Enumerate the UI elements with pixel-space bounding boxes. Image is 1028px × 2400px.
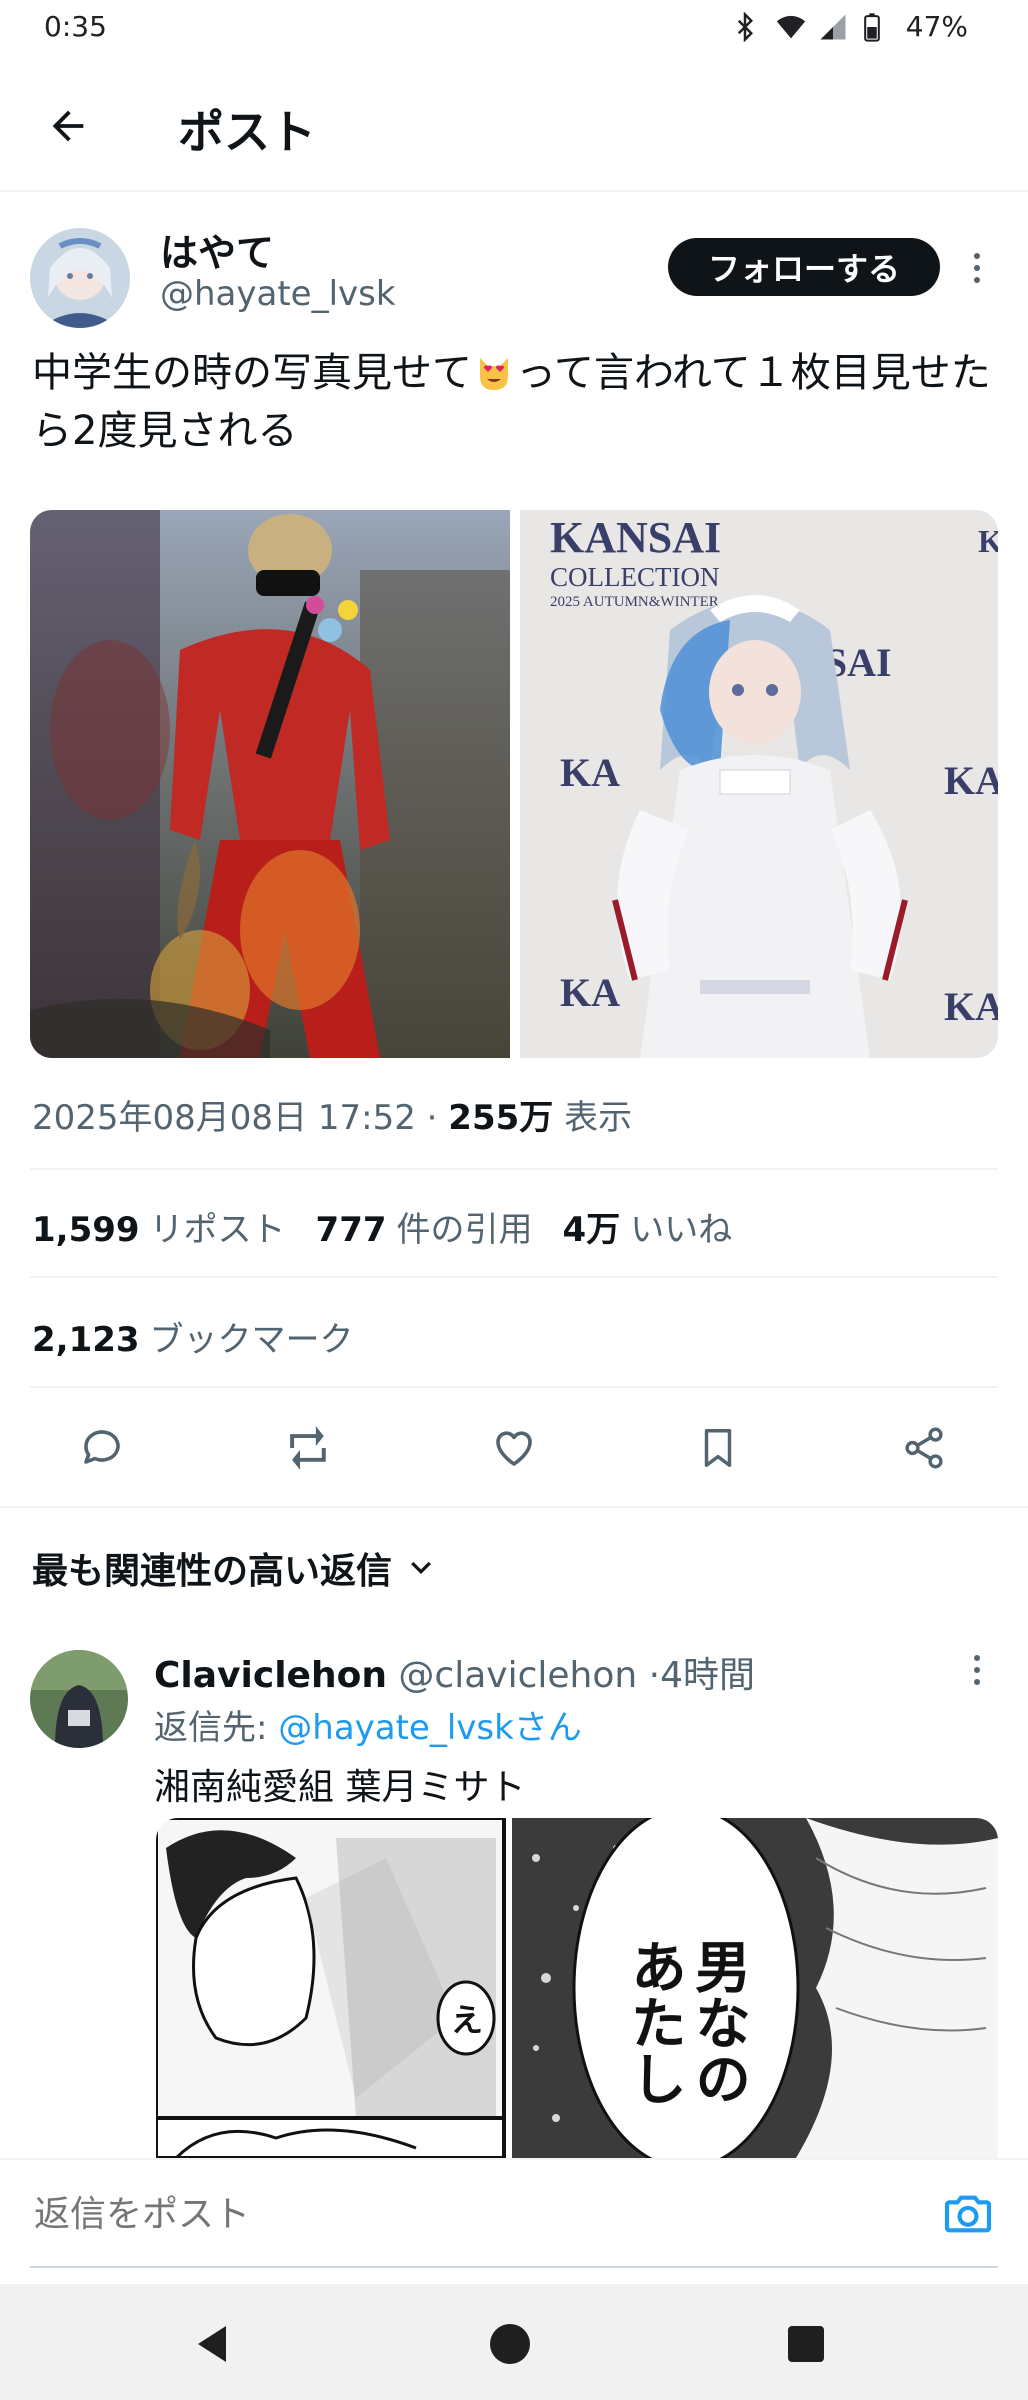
- meta-separator: ·: [426, 1098, 438, 1138]
- signal-icon: [818, 12, 852, 42]
- camera-icon: [944, 2195, 992, 2233]
- kansai-logo-text: KANSAI: [550, 513, 721, 562]
- reply-to-line: 返信先: @hayate_lvskさん: [154, 1700, 582, 1749]
- manga-bubble-line2: あたし: [622, 1938, 687, 2106]
- post-image-2[interactable]: KANSAI COLLECTION 2025 AUTUMN&WINTER K K…: [520, 510, 998, 1058]
- reply-header: Claviclehon @claviclehon ·4時間: [154, 1646, 755, 1698]
- page-title: ポスト: [178, 105, 316, 159]
- chevron-down-icon: [411, 1561, 431, 1575]
- svg-text:KA: KA: [560, 750, 620, 795]
- svg-text:KA: KA: [944, 758, 998, 803]
- reply-to-prefix: 返信先:: [154, 1708, 279, 1748]
- reply-button[interactable]: [74, 1420, 130, 1476]
- reply-time[interactable]: 4時間: [660, 1655, 755, 1696]
- stats-row: 1,599 リポスト 777 件の引用 4万 いいね: [32, 1202, 732, 1251]
- views-count: 255万: [448, 1098, 554, 1138]
- system-nav-bar: [0, 2284, 1028, 2400]
- svg-text:K: K: [978, 523, 998, 559]
- post-timestamp[interactable]: 2025年08月08日 17:52: [32, 1098, 416, 1138]
- replies-sort-dropdown[interactable]: 最も関連性の高い返信: [32, 1542, 436, 1594]
- circle-home-icon: [490, 2324, 530, 2364]
- status-icons: 47%: [730, 10, 968, 43]
- reply-to-handle-link[interactable]: @hayate_lvskさん: [278, 1708, 582, 1748]
- svg-text:KA: KA: [944, 984, 998, 1029]
- bookmarks-count: 2,123: [32, 1320, 140, 1360]
- divider: [0, 1506, 1028, 1508]
- quotes-label: 件の引用: [396, 1210, 533, 1250]
- reply-text: 湘南純愛組 葉月ミサト: [154, 1767, 526, 1808]
- comment-icon: [84, 1430, 120, 1464]
- reposts-stat[interactable]: 1,599 リポスト: [32, 1202, 286, 1251]
- nav-home-button[interactable]: [486, 2320, 534, 2368]
- follow-button[interactable]: フォローする: [668, 238, 940, 296]
- quotes-count: 777: [315, 1210, 387, 1250]
- bookmark-button[interactable]: [690, 1420, 746, 1476]
- nav-recents-button[interactable]: [782, 2320, 830, 2368]
- post-actions: [0, 1408, 1028, 1488]
- back-button[interactable]: [36, 94, 100, 158]
- divider: [30, 1168, 998, 1170]
- divider: [30, 1386, 998, 1388]
- status-time: 0:35: [44, 10, 107, 43]
- status-bar: 0:35 47%: [0, 0, 1028, 56]
- collection-logo-text: COLLECTION: [550, 562, 719, 592]
- compose-underline: [30, 2266, 998, 2268]
- heart-eyes-cat-emoji-icon: [474, 350, 514, 390]
- reply-avatar[interactable]: [30, 1650, 128, 1748]
- likes-count: 4万: [562, 1210, 621, 1250]
- battery-icon: [862, 12, 896, 42]
- reply-author-name[interactable]: Claviclehon: [154, 1655, 387, 1696]
- triangle-back-icon: [198, 2326, 226, 2362]
- reply-more-options-icon[interactable]: [962, 1640, 992, 1700]
- post-meta: 2025年08月08日 17:52 · 255万 表示: [32, 1090, 632, 1139]
- replies-sort-label: 最も関連性の高い返信: [32, 1551, 393, 1592]
- bookmark-icon: [704, 1429, 732, 1467]
- author-handle[interactable]: @hayate_lvsk: [160, 274, 396, 314]
- author-name[interactable]: はやて: [160, 222, 274, 277]
- repost-icon: [290, 1426, 326, 1470]
- share-button[interactable]: [896, 1420, 952, 1476]
- reply-author-handle[interactable]: @claviclehon: [398, 1655, 637, 1696]
- reply-image[interactable]: え 男なの あたし: [156, 1818, 998, 2158]
- divider: [30, 1276, 998, 1278]
- more-options-icon[interactable]: [962, 238, 992, 298]
- wifi-icon: [774, 12, 808, 42]
- likes-stat[interactable]: 4万 いいね: [563, 1202, 733, 1251]
- quotes-stat[interactable]: 777 件の引用: [316, 1202, 533, 1251]
- heart-icon: [496, 1431, 532, 1466]
- reply-input[interactable]: [32, 2182, 912, 2246]
- post-image-1[interactable]: [30, 510, 510, 1058]
- likes-label: いいね: [630, 1210, 733, 1250]
- bluetooth-icon: [730, 10, 764, 43]
- bookmarks-label: ブックマーク: [149, 1320, 354, 1360]
- season-logo-text: 2025 AUTUMN&WINTER: [550, 594, 719, 610]
- reposts-label: リポスト: [149, 1210, 286, 1250]
- bookmarks-stat[interactable]: 2,123 ブックマーク: [32, 1312, 354, 1361]
- post-text: 中学生の時の写真見せて って言われて１枚目見せたら2度見される: [32, 344, 1002, 460]
- arrow-left-icon: [52, 110, 84, 142]
- square-recents-icon: [788, 2326, 824, 2362]
- reposts-count: 1,599: [32, 1210, 140, 1250]
- views-label: 表示: [564, 1098, 633, 1138]
- svg-text:KA: KA: [560, 970, 620, 1015]
- like-button[interactable]: [486, 1420, 542, 1476]
- battery-percent: 47%: [905, 10, 968, 43]
- post-text-part1: 中学生の時の写真見せて: [32, 350, 472, 396]
- repost-button[interactable]: [280, 1420, 336, 1476]
- share-icon: [905, 1427, 943, 1469]
- manga-bubble-line1: 男なの: [686, 1938, 751, 2106]
- app-bar: ポスト: [0, 60, 1028, 192]
- manga-bubble-small: え: [451, 2001, 483, 2039]
- reply-separator: ·: [648, 1655, 661, 1696]
- nav-back-button[interactable]: [190, 2320, 238, 2368]
- reply-compose-bar: [0, 2158, 1028, 2278]
- author-avatar[interactable]: [30, 228, 130, 328]
- camera-button[interactable]: [940, 2186, 996, 2242]
